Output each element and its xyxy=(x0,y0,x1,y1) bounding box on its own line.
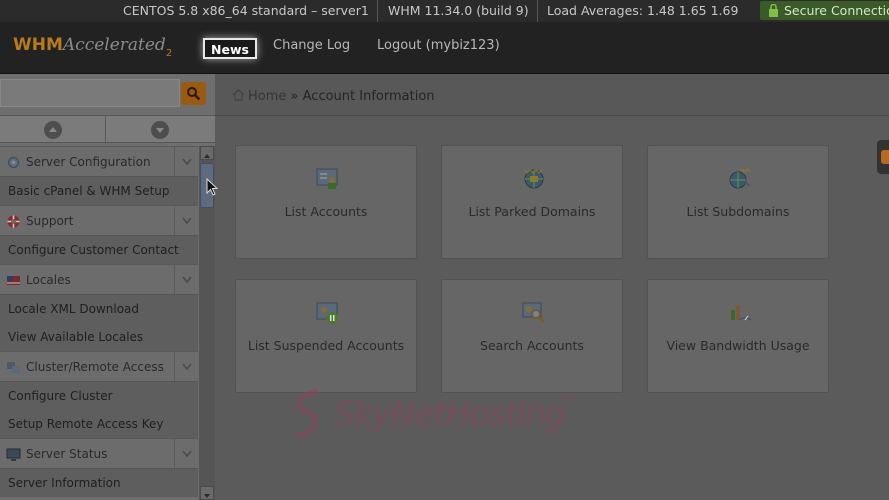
news-link[interactable]: News xyxy=(203,38,257,59)
status-divider xyxy=(537,0,538,22)
gear-icon xyxy=(8,157,19,168)
chevron-down-icon[interactable] xyxy=(174,352,198,383)
sidebar-item-configure-cluster[interactable]: Configure Cluster xyxy=(0,382,198,410)
collapse-all-button[interactable] xyxy=(44,121,62,139)
cluster-icon xyxy=(7,362,20,373)
tile-list-parked-domains[interactable]: List Parked Domains xyxy=(441,145,623,259)
sidebar-scrollbar[interactable] xyxy=(199,146,215,500)
sidebar-expand-collapse xyxy=(0,115,215,144)
section-title: Cluster/Remote Access xyxy=(26,360,164,374)
sidebar: Server Configuration Basic cPanel & WHM … xyxy=(0,74,215,500)
breadcrumb-bar: Home » Account Information xyxy=(215,74,889,116)
chevron-down-icon[interactable] xyxy=(174,206,198,237)
flag-icon xyxy=(7,276,20,285)
tile-label: List Accounts xyxy=(284,204,368,219)
sidebar-section-server-status[interactable]: Server Status xyxy=(0,438,198,470)
arrow-up-icon xyxy=(204,154,210,158)
secure-connection-badge: Secure Connection xyxy=(760,1,889,20)
breadcrumb: Home » Account Information xyxy=(232,89,435,104)
arrow-down-icon xyxy=(204,494,210,498)
tile-label: View Bandwidth Usage xyxy=(666,338,810,353)
expand-all-button[interactable] xyxy=(151,121,169,139)
list-accounts-icon xyxy=(316,168,338,189)
arrow-up-icon xyxy=(49,127,57,132)
scroll-down-button[interactable] xyxy=(200,486,214,500)
search-accounts-icon xyxy=(522,302,545,323)
sidebar-item-setup-remote-access-key[interactable]: Setup Remote Access Key xyxy=(0,410,198,438)
breadcrumb-separator: » xyxy=(290,89,299,104)
chevron-down-icon[interactable] xyxy=(174,147,198,178)
parked-domains-icon xyxy=(523,169,544,189)
watermark-sub: .net xyxy=(558,394,576,404)
whm-window: CENTOS 5.8 x86_64 standard – server1 WHM… xyxy=(0,0,889,500)
search-button[interactable] xyxy=(181,82,206,105)
tile-label: List Parked Domains xyxy=(468,204,596,219)
change-log-link[interactable]: Change Log xyxy=(273,38,350,53)
scroll-up-button[interactable] xyxy=(200,146,214,160)
monitor-icon xyxy=(6,448,21,461)
sidebar-item-server-information[interactable]: Server Information xyxy=(0,469,198,497)
sidebar-item-basic-setup[interactable]: Basic cPanel & WHM Setup xyxy=(0,177,198,205)
mouse-cursor-icon xyxy=(206,178,219,196)
watermark-logo: SkyNetHosting .net xyxy=(288,386,608,442)
os-info: CENTOS 5.8 x86_64 standard – server1 xyxy=(123,3,369,18)
home-icon xyxy=(232,89,245,101)
search-input[interactable] xyxy=(0,79,180,107)
section-title: Support xyxy=(26,214,74,228)
breadcrumb-current: Account Information xyxy=(302,89,435,104)
suspended-accounts-icon xyxy=(316,302,338,324)
tile-label: List Suspended Accounts xyxy=(247,338,405,353)
watermark-swirl-icon xyxy=(295,389,319,439)
bandwidth-icon xyxy=(731,305,752,321)
sidebar-item-locale-xml-download[interactable]: Locale XML Download xyxy=(0,295,198,323)
logo-version: 2 xyxy=(165,48,173,59)
status-divider xyxy=(377,0,378,22)
chevron-down-icon[interactable] xyxy=(174,439,198,470)
logo-whm: WHM xyxy=(13,35,63,55)
arrows-divider xyxy=(105,116,106,144)
tile-list-subdomains[interactable]: List Subdomains xyxy=(647,145,829,259)
secure-connection-label: Secure Connection xyxy=(784,3,889,18)
chevron-down-icon[interactable] xyxy=(174,265,198,296)
logo-accelerated: Accelerated xyxy=(62,35,166,55)
subdomains-icon xyxy=(729,167,751,189)
breadcrumb-home-link[interactable]: Home xyxy=(248,89,286,104)
sidebar-item-view-available-locales[interactable]: View Available Locales xyxy=(0,323,198,351)
section-title: Locales xyxy=(26,273,71,287)
arrow-down-icon xyxy=(156,128,164,133)
load-averages: Load Averages: 1.48 1.65 1.69 xyxy=(547,3,739,18)
search-icon xyxy=(187,87,201,101)
sidebar-section-locales[interactable]: Locales xyxy=(0,264,198,296)
side-feedback-tab[interactable] xyxy=(877,140,889,174)
lock-icon xyxy=(769,4,778,17)
top-nav: WHMAccelerated2 News Change Log Logout (… xyxy=(0,22,889,74)
server-status-strip: CENTOS 5.8 x86_64 standard – server1 WHM… xyxy=(0,0,889,22)
section-title: Server Status xyxy=(26,447,108,461)
sidebar-menu: Server Configuration Basic cPanel & WHM … xyxy=(0,146,198,497)
section-title: Server Configuration xyxy=(26,155,151,169)
lifebuoy-icon xyxy=(7,215,20,228)
tile-list-accounts[interactable]: List Accounts xyxy=(235,145,417,259)
sidebar-item-configure-customer-contact[interactable]: Configure Customer Contact xyxy=(0,236,198,264)
whm-logo[interactable]: WHMAccelerated2 xyxy=(13,35,172,59)
tile-search-accounts[interactable]: Search Accounts xyxy=(441,279,623,393)
watermark-text: SkyNetHosting xyxy=(334,394,566,433)
sidebar-section-server-configuration[interactable]: Server Configuration xyxy=(0,146,198,178)
tile-view-bandwidth-usage[interactable]: View Bandwidth Usage xyxy=(647,279,829,393)
sidebar-section-support[interactable]: Support xyxy=(0,205,198,237)
sidebar-section-cluster-remote-access[interactable]: Cluster/Remote Access xyxy=(0,351,198,383)
tile-label: List Subdomains xyxy=(686,204,790,219)
main-content: List Accounts List Parked Domains List S… xyxy=(215,116,889,500)
tile-list-suspended-accounts[interactable]: List Suspended Accounts xyxy=(235,279,417,393)
logout-link[interactable]: Logout (mybiz123) xyxy=(377,38,500,53)
whm-version: WHM 11.34.0 (build 9) xyxy=(388,3,529,18)
tile-label: Search Accounts xyxy=(480,338,584,353)
